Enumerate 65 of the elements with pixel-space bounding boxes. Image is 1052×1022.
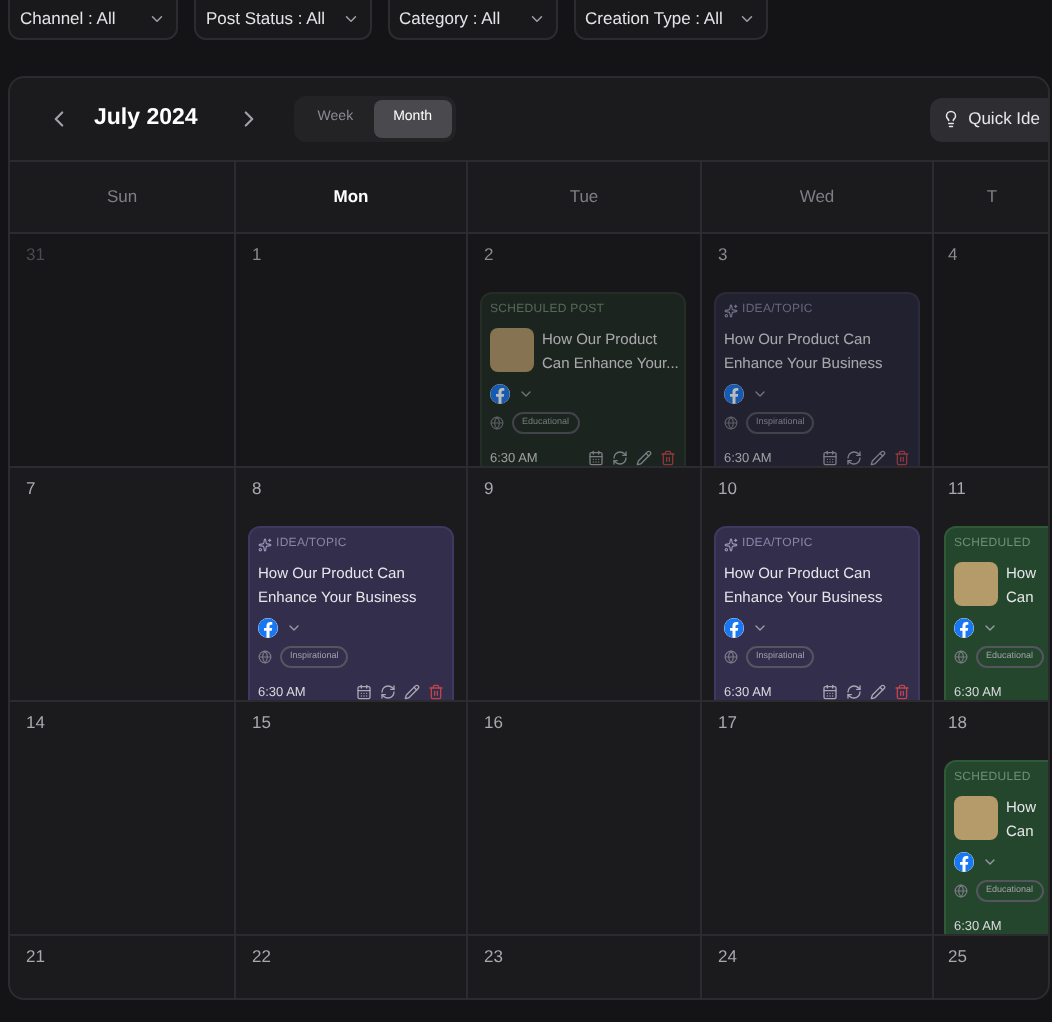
edit-icon[interactable] [636, 450, 652, 466]
facebook-icon [724, 617, 744, 638]
delete-icon[interactable] [894, 684, 910, 700]
facebook-icon [954, 851, 974, 872]
month-title: July 2024 [94, 103, 198, 134]
date-number: 7 [24, 476, 38, 502]
calendar-icon[interactable] [822, 684, 838, 700]
refresh-icon[interactable] [846, 684, 862, 700]
photo-placeholder [490, 327, 534, 372]
date-number: 11 [946, 476, 968, 502]
filter-dropdown[interactable]: Creation Type : All [573, 0, 769, 40]
filter-dropdown[interactable]: Post Status : All [194, 0, 372, 40]
globe-icon [954, 883, 968, 898]
date-number: 10 [716, 476, 739, 502]
facebook-icon [490, 383, 510, 404]
refresh-icon[interactable] [380, 684, 396, 700]
sparkle-icon [258, 537, 272, 552]
date-number: 3 [716, 242, 730, 268]
globe-icon [490, 415, 504, 430]
edit-icon[interactable] [404, 684, 420, 700]
globe-icon [724, 415, 738, 430]
photo-placeholder [954, 561, 998, 606]
delete-icon[interactable] [660, 450, 676, 466]
date-number: 16 [482, 710, 505, 736]
date-number: 25 [946, 944, 969, 970]
date-number: 21 [24, 944, 47, 970]
weekday-header: Wed [799, 184, 835, 210]
quick-idea-button[interactable]: Quick Ide [930, 97, 1048, 141]
weekday-header: T [986, 184, 998, 210]
calendar-icon[interactable] [588, 450, 604, 466]
date-number: 14 [24, 710, 47, 736]
date-number: 18 [946, 710, 969, 736]
refresh-icon[interactable] [612, 450, 628, 466]
facebook-icon [954, 617, 974, 638]
delete-icon[interactable] [428, 684, 444, 700]
date-number: 2 [482, 242, 496, 268]
filter-dropdown[interactable]: Category : All [387, 0, 558, 40]
edit-icon[interactable] [870, 450, 886, 466]
date-number: 4 [946, 242, 960, 268]
globe-icon [258, 649, 272, 664]
edit-icon[interactable] [870, 684, 886, 700]
lightbulb-icon [942, 110, 961, 128]
sparkle-icon [724, 303, 738, 318]
date-number: 9 [482, 476, 496, 502]
globe-icon [724, 649, 738, 664]
date-number: 1 [250, 242, 264, 268]
facebook-icon [258, 617, 278, 638]
date-number: 23 [482, 944, 505, 970]
date-number: 8 [250, 476, 264, 502]
date-number: 24 [716, 944, 739, 970]
delete-icon[interactable] [894, 450, 910, 466]
globe-icon [954, 649, 968, 664]
filter-dropdown[interactable]: Channel : All [8, 0, 178, 40]
sparkle-icon [724, 537, 738, 552]
refresh-icon[interactable] [846, 450, 862, 466]
photo-placeholder [954, 795, 998, 840]
date-number: 17 [716, 710, 739, 736]
date-number: 15 [250, 710, 273, 736]
calendar-icon[interactable] [822, 450, 838, 466]
calendar-icon[interactable] [356, 684, 372, 700]
weekday-header: Mon [333, 184, 369, 210]
date-number: 22 [250, 944, 273, 970]
facebook-icon [724, 383, 744, 404]
weekday-header: Sun [106, 184, 138, 210]
weekday-header: Tue [569, 184, 599, 210]
